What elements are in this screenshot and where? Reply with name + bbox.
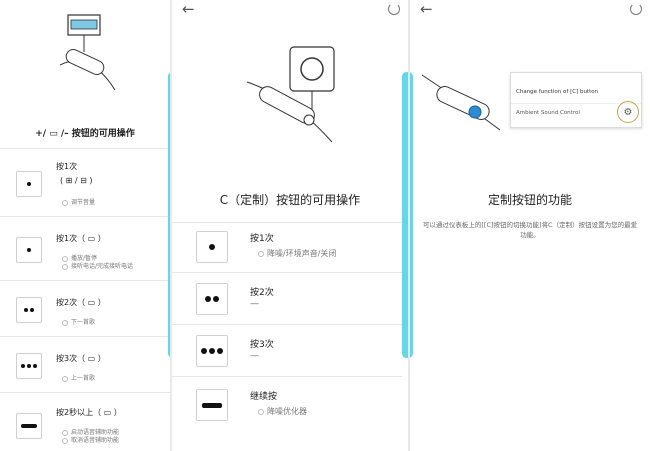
list-item: 按2次（ ▭ ） 下一首歌 <box>0 280 170 337</box>
triple-press-icon <box>16 353 42 379</box>
action-sub: 调节音量 <box>62 199 95 207</box>
remote-illustration <box>246 46 335 143</box>
single-press-icon <box>16 171 42 197</box>
action-sub: 播放/暂停 接听电话/完成接听电话 <box>62 255 133 271</box>
action-sub: 上一首歌 <box>62 375 95 383</box>
card-title: Change function of [C] button <box>516 89 599 95</box>
back-arrow-icon[interactable]: ← <box>182 0 195 18</box>
gear-icon: ⚙ <box>623 106 633 118</box>
double-press-icon <box>196 283 228 315</box>
triple-press-icon <box>196 335 228 367</box>
scrollbar[interactable] <box>410 72 413 358</box>
list-item: 继续按 降噪优化器 <box>172 376 402 431</box>
remote-illustration <box>421 74 501 131</box>
panel1-title: +/ ▭ /– 按钮的可用操作 <box>35 129 135 139</box>
action-label: 按2秒以上（ ▭ ） <box>56 408 122 417</box>
list-item: 按3次 — <box>172 324 402 377</box>
action-label: 按2次（ ▭ ） <box>56 298 106 307</box>
action-desc: — <box>250 299 259 309</box>
list-item: 按3次（ ▭ ） 上一首歌 <box>0 336 170 393</box>
panel2-title: C（定制）按钮的可用操作 <box>219 193 361 207</box>
gear-button[interactable]: ⚙ <box>617 101 639 123</box>
list-item: 按2次 — <box>172 272 402 325</box>
scrollbar[interactable] <box>168 72 170 358</box>
refresh-icon[interactable] <box>630 3 642 15</box>
long-press-icon <box>16 413 42 439</box>
long-press-icon <box>196 389 228 421</box>
action-label: 按2次 <box>250 288 274 298</box>
panel3-title: 定制按钮的功能 <box>487 193 572 207</box>
action-label: 按3次（ ▭ ） <box>56 354 106 363</box>
action-sub: 降噪/环境声音/关闭 <box>258 249 336 259</box>
top-bar: ← <box>410 0 650 22</box>
remote-illustration <box>59 14 116 91</box>
list-item: 按2秒以上（ ▭ ） 启动语音辅助功能 取消语音辅助功能 <box>0 392 170 451</box>
panel3-body: 可以通过仪表板上的[[C]按钮的切换功能]将C（定制）按钮设置为您的最爱功能。 <box>422 221 638 239</box>
double-press-icon <box>16 297 42 323</box>
action-label: 按1次 <box>56 162 78 171</box>
action-label: 按3次 <box>250 340 274 350</box>
top-bar: ← <box>172 0 408 22</box>
action-label: 继续按 <box>250 392 278 402</box>
panel-plus-minus-actions: +/ ▭ /– 按钮的可用操作 按1次 ( ⊞ / ⊟ ) 调节音量 按1次（ … <box>0 0 170 451</box>
volume-buttons-hint: ( ⊞ / ⊟ ) <box>60 176 93 185</box>
action-label: 按1次 <box>250 234 274 244</box>
single-press-icon <box>16 237 42 263</box>
single-press-icon <box>196 231 228 263</box>
back-arrow-icon[interactable]: ← <box>420 0 433 18</box>
settings-card: Change function of [C] button Ambient So… <box>510 72 642 128</box>
action-label: 按1次（ ▭ ） <box>56 234 106 243</box>
list-item: 按1次 降噪/环境声音/关闭 <box>172 222 402 273</box>
scrollbar[interactable] <box>402 72 408 358</box>
action-sub: 降噪优化器 <box>258 407 307 417</box>
action-desc: — <box>250 351 259 361</box>
card-option: Ambient Sound Control <box>516 110 580 116</box>
list-item: 按1次 ( ⊞ / ⊟ ) 调节音量 <box>0 148 170 217</box>
list-item: 按1次（ ▭ ） 播放/暂停 接听电话/完成接听电话 <box>0 216 170 281</box>
panel-customize-function: ← Change function of [C] button Ambient … <box>410 0 650 451</box>
action-sub: 下一首歌 <box>62 319 95 327</box>
refresh-icon[interactable] <box>388 3 400 15</box>
action-sub: 启动语音辅助功能 取消语音辅助功能 <box>62 429 119 445</box>
panel-custom-button-actions: ← C（定制）按钮的可用操作 按1次 降噪/环境声音/关闭 按2次 — 按3次 … <box>172 0 408 451</box>
